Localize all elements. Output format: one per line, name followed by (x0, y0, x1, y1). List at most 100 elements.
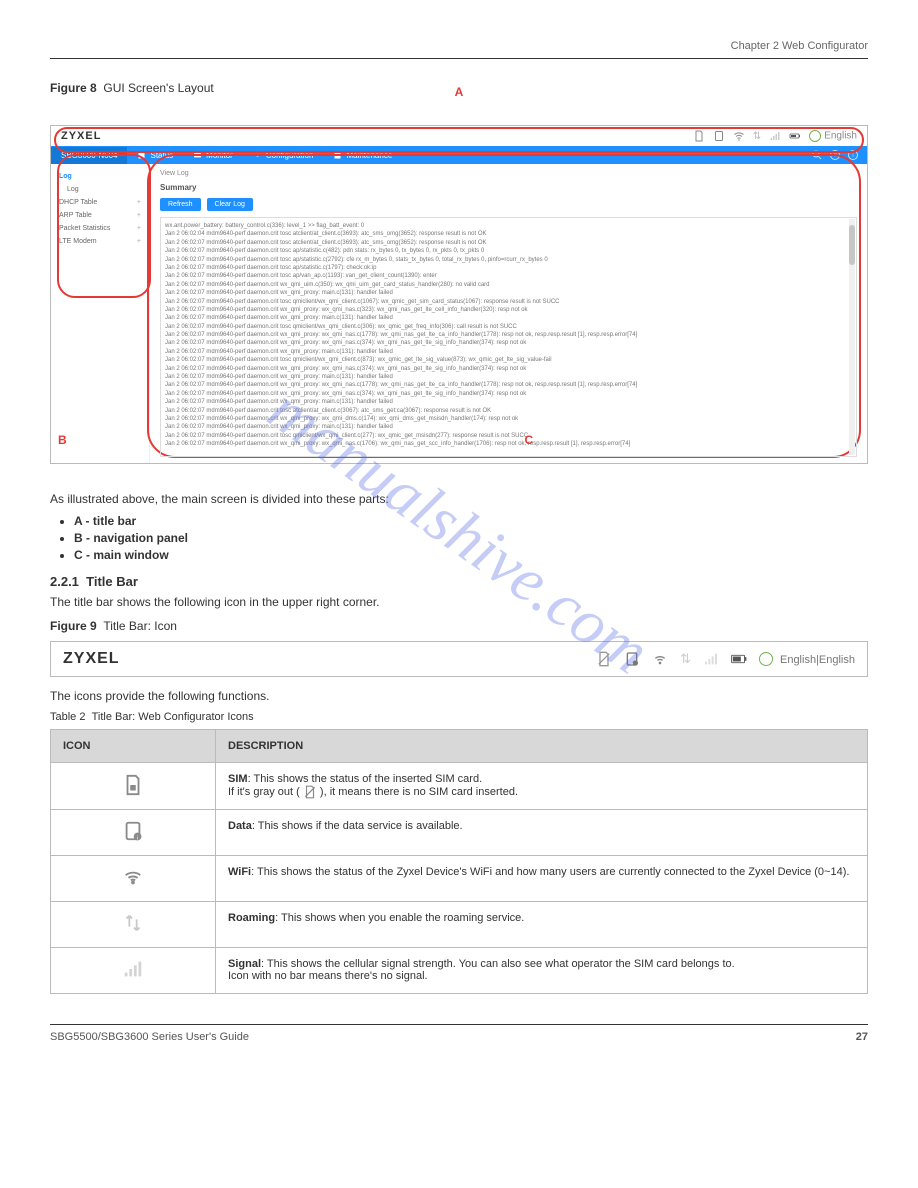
tab-monitor[interactable]: Monitor (183, 147, 243, 164)
paragraph: As illustrated above, the main screen is… (50, 490, 868, 508)
title-bar-icons: ⇅ English (693, 130, 857, 142)
table-caption: Table 2 Title Bar: Web Configurator Icon… (50, 711, 868, 723)
tab-configuration[interactable]: Configuration (243, 147, 324, 164)
section-heading: Summary (160, 183, 857, 192)
data-icon (713, 130, 725, 142)
log-line: Jan 2 06:02:07 mdm9640-perf daemon.crit … (165, 306, 852, 314)
callout-b: B (58, 433, 67, 447)
log-line: Jan 2 06:02:07 mdm9640-perf daemon.crit … (165, 247, 852, 255)
globe-icon (759, 652, 773, 666)
sidebar: Log Log DHCP Table+ ARP Table+ Packet St… (51, 164, 150, 463)
header-rule (50, 58, 868, 59)
refresh-button[interactable]: Refresh (160, 198, 201, 211)
signal-icon (703, 651, 719, 667)
help-icon[interactable]: ? (829, 149, 841, 161)
sidebar-item-lte[interactable]: LTE Modem+ (55, 235, 145, 248)
sim-icon (51, 763, 216, 810)
callout-a: A (455, 85, 464, 99)
log-line: Jan 2 06:02:07 mdm9640-perf daemon.crit … (165, 415, 852, 423)
sidebar-item-arp[interactable]: ARP Table+ (55, 209, 145, 222)
footer-title: SBG5500/SBG3600 Series User's Guide (50, 1031, 249, 1043)
wifi-icon (652, 651, 668, 667)
log-line: Jan 2 06:02:07 mdm9640-perf daemon.crit … (165, 323, 852, 331)
log-line: Jan 2 06:02:07 mdm9640-perf daemon.crit … (165, 239, 852, 247)
wifi-icon (51, 856, 216, 902)
signal-icon (51, 948, 216, 994)
log-line: wx.ant.power_battery: battery_control.c(… (165, 222, 852, 230)
fig9-caption: Figure 9 Title Bar: Icon (50, 617, 868, 635)
info-icon[interactable]: i (847, 149, 859, 161)
nav-tab-bar: SBG3600-N604 Status Monitor Configuratio… (51, 146, 867, 164)
log-line: Jan 2 06:02:07 mdm9640-perf daemon.crit … (165, 356, 852, 364)
paragraph: The title bar shows the following icon i… (50, 593, 868, 611)
table-row: WiFi: This shows the status of the Zyxel… (51, 856, 868, 902)
log-line: Jan 2 06:02:07 mdm9640-perf daemon.crit … (165, 331, 852, 339)
log-line: Jan 2 06:02:07 mdm9640-perf daemon.crit … (165, 440, 852, 448)
log-line: Jan 2 06:02:07 mdm9640-perf daemon.crit … (165, 381, 852, 389)
table-row: SIM: This shows the status of the insert… (51, 763, 868, 810)
sidebar-item-log[interactable]: Log (55, 170, 145, 183)
callout-c: C (524, 433, 533, 447)
brand-logo: ZYXEL (63, 650, 120, 668)
log-line: Jan 2 06:02:07 mdm9640-perf daemon.crit … (165, 264, 852, 272)
table-row: i Data: This shows if the data service is… (51, 810, 868, 856)
gui-screenshot: ZYXEL ⇅ English SBG3600-N604 Status Moni… (50, 125, 868, 464)
log-line: Jan 2 06:02:07 mdm9640-perf daemon.crit … (165, 432, 852, 440)
desc-cell: Signal: This shows the cellular signal s… (216, 948, 868, 994)
sidebar-item-dhcp[interactable]: DHCP Table+ (55, 196, 145, 209)
desc-cell: SIM: This shows the status of the insert… (216, 763, 868, 810)
desc-cell: Data: This shows if the data service is … (216, 810, 868, 856)
log-line: Jan 2 06:02:07 mdm9640-perf daemon.crit … (165, 390, 852, 398)
sidebar-item-log-child[interactable]: Log (55, 183, 145, 196)
svg-text:i: i (852, 153, 853, 159)
scrollbar[interactable] (849, 219, 855, 455)
tab-maintenance[interactable]: Maintenance (323, 147, 402, 164)
col-icon: ICON (51, 730, 216, 763)
icons-table: ICON DESCRIPTION SIM: This shows the sta… (50, 729, 868, 994)
log-line: Jan 2 06:02:07 mdm9640-perf daemon.crit … (165, 365, 852, 373)
svg-text:i: i (137, 835, 138, 841)
device-tab[interactable]: SBG3600-N604 (51, 147, 127, 164)
brand-logo: ZYXEL (61, 130, 101, 142)
list-item: B - navigation panel (74, 531, 868, 545)
signal-icon (769, 130, 781, 142)
log-line: Jan 2 06:02:07 mdm9640-perf daemon.crit … (165, 281, 852, 289)
desc-cell: WiFi: This shows the status of the Zyxel… (216, 856, 868, 902)
paragraph: The icons provide the following function… (50, 687, 868, 705)
wifi-icon (733, 130, 745, 142)
list-item: A - title bar (74, 514, 868, 528)
roaming-icon: ⇅ (680, 651, 691, 667)
roaming-icon (51, 902, 216, 948)
log-line: Jan 2 06:02:07 mdm9640-perf daemon.crit … (165, 339, 852, 347)
data-icon: i (51, 810, 216, 856)
data-icon (624, 651, 640, 667)
log-line: Jan 2 06:02:07 mdm9640-perf daemon.crit … (165, 348, 852, 356)
titlebar-screenshot: ZYXEL ⇅ English|English (50, 641, 868, 677)
desc-cell: Roaming: This shows when you enable the … (216, 902, 868, 948)
tab-status[interactable]: Status (127, 147, 183, 164)
log-line: Jan 2 06:02:07 mdm9640-perf daemon.crit … (165, 423, 852, 431)
section-heading: 2.2.1 Title Bar (50, 574, 868, 589)
footer-rule (50, 1024, 868, 1025)
col-desc: DESCRIPTION (216, 730, 868, 763)
breadcrumb: View Log (160, 170, 857, 177)
clear-log-button[interactable]: Clear Log (207, 198, 253, 211)
log-line: Jan 2 06:02:07 mdm9640-perf daemon.crit … (165, 398, 852, 406)
battery-icon (731, 651, 747, 667)
log-line: Jan 2 06:02:07 mdm9640-perf daemon.crit … (165, 373, 852, 381)
doc-chapter: Chapter 2 Web Configurator (50, 40, 868, 52)
table-row: Signal: This shows the cellular signal s… (51, 948, 868, 994)
sim-icon (693, 130, 705, 142)
sim-icon (596, 651, 612, 667)
language-label[interactable]: English|English (780, 654, 855, 666)
globe-icon (809, 130, 821, 142)
sidebar-item-packet[interactable]: Packet Statistics+ (55, 222, 145, 235)
search-icon[interactable] (811, 149, 823, 161)
page-number: 27 (856, 1031, 868, 1043)
svg-text:?: ? (833, 153, 837, 159)
log-line: Jan 2 06:02:04 mdm9640-perf daemon.crit … (165, 230, 852, 238)
log-line: Jan 2 06:02:07 mdm9640-perf daemon.crit … (165, 272, 852, 280)
list-item: C - main window (74, 548, 868, 562)
log-line: Jan 2 06:02:07 mdm9640-perf daemon.crit … (165, 298, 852, 306)
log-viewer[interactable]: wx.ant.power_battery: battery_control.c(… (160, 217, 857, 457)
